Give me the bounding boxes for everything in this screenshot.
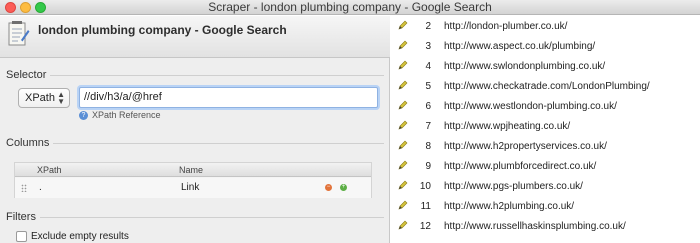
selector-type-value: XPath (25, 92, 55, 104)
page-title: london plumbing company - Google Search (38, 23, 287, 37)
filters-section-label: Filters (6, 211, 40, 223)
selector-type-select[interactable]: XPath ▲ ▼ (18, 88, 70, 108)
list-item[interactable]: 8 http://www.h2propertyservices.co.uk/ (391, 137, 700, 157)
help-icon: ? (79, 111, 88, 121)
exclude-empty-checkbox[interactable] (16, 231, 27, 242)
pencil-icon (398, 20, 408, 30)
row-number: 3 (425, 41, 431, 52)
result-url: http://www.swlondonplumbing.co.uk/ (444, 61, 606, 72)
row-number: 9 (425, 161, 431, 172)
list-item[interactable]: 3 http://www.aspect.co.uk/plumbing/ (391, 37, 700, 57)
pencil-icon (398, 200, 408, 210)
xpath-reference-label: XPath Reference (92, 110, 161, 120)
pencil-icon (398, 220, 408, 230)
window-titlebar: Scraper - london plumbing company - Goog… (0, 0, 700, 15)
result-url: http://www.aspect.co.uk/plumbing/ (444, 41, 596, 52)
exclude-empty-label: Exclude empty results (31, 231, 129, 242)
result-url: http://www.wpjheating.co.uk/ (444, 121, 571, 132)
columns-table-header: XPath Name (15, 163, 371, 177)
results-list: 2 http://london-plumber.co.uk/ 3 http://… (391, 16, 700, 243)
notepad-icon (8, 21, 30, 46)
pencil-icon (398, 160, 408, 170)
xpath-input[interactable]: //div/h3/a/@href (79, 87, 378, 108)
xpath-reference-link[interactable]: ? XPath Reference (79, 110, 161, 121)
row-number: 7 (425, 121, 431, 132)
result-url: http://www.checkatrade.com/LondonPlumbin… (444, 81, 650, 92)
selector-section-label: Selector (6, 69, 51, 81)
scraper-config-panel: london plumbing company - Google Search … (0, 16, 390, 243)
result-url: http://www.westlondon-plumbing.co.uk/ (444, 101, 617, 112)
result-url: http://london-plumber.co.uk/ (444, 21, 568, 32)
add-column-button[interactable]: + (340, 184, 347, 191)
pencil-icon (398, 140, 408, 150)
panel-header: london plumbing company - Google Search (0, 16, 390, 58)
pencil-icon (398, 100, 408, 110)
columns-section-label: Columns (6, 137, 54, 149)
row-number: 10 (419, 181, 431, 192)
list-item[interactable]: 6 http://www.westlondon-plumbing.co.uk/ (391, 97, 700, 117)
result-url: http://www.russellhaskinsplumbing.co.uk/ (444, 221, 626, 232)
result-url: http://www.h2plumbing.co.uk/ (444, 201, 575, 212)
column-name-cell[interactable]: Link (181, 178, 199, 198)
row-number: 2 (425, 21, 431, 32)
list-item[interactable]: 10 http://www.pgs-plumbers.co.uk/ (391, 177, 700, 197)
row-number: 6 (425, 101, 431, 112)
pencil-icon (398, 180, 408, 190)
list-item[interactable]: 12 http://www.russellhaskinsplumbing.co.… (391, 217, 700, 237)
column-xpath-cell[interactable]: . (39, 178, 42, 198)
list-item[interactable]: 11 http://www.h2plumbing.co.uk/ (391, 197, 700, 217)
pencil-icon (398, 60, 408, 70)
list-item[interactable]: 4 http://www.swlondonplumbing.co.uk/ (391, 57, 700, 77)
list-item[interactable]: 5 http://www.checkatrade.com/LondonPlumb… (391, 77, 700, 97)
column-header-name[interactable]: Name (179, 163, 203, 177)
list-item[interactable]: 7 http://www.wpjheating.co.uk/ (391, 117, 700, 137)
pencil-icon (398, 80, 408, 90)
columns-table: XPath Name . Link − + (14, 162, 372, 198)
row-number: 5 (425, 81, 431, 92)
window-title: Scraper - london plumbing company - Goog… (208, 0, 492, 14)
list-item[interactable]: 2 http://london-plumber.co.uk/ (391, 17, 700, 37)
columns-divider (8, 143, 384, 144)
pencil-icon (398, 120, 408, 130)
pencil-icon (398, 40, 408, 50)
selector-divider (8, 75, 384, 76)
remove-column-button[interactable]: − (325, 184, 332, 191)
row-number: 8 (425, 141, 431, 152)
drag-handle-icon[interactable] (21, 184, 27, 192)
row-number: 12 (419, 221, 431, 232)
result-url: http://www.plumbforcedirect.co.uk/ (444, 161, 597, 172)
row-number: 11 (420, 201, 431, 212)
result-url: http://www.h2propertyservices.co.uk/ (444, 141, 607, 152)
result-url: http://www.pgs-plumbers.co.uk/ (444, 181, 583, 192)
select-arrows-icon: ▲ ▼ (57, 90, 65, 106)
table-row[interactable]: . Link − + (15, 178, 371, 198)
filters-divider (8, 217, 384, 218)
row-number: 4 (425, 61, 431, 72)
column-header-xpath[interactable]: XPath (37, 163, 62, 177)
list-item[interactable]: 9 http://www.plumbforcedirect.co.uk/ (391, 157, 700, 177)
